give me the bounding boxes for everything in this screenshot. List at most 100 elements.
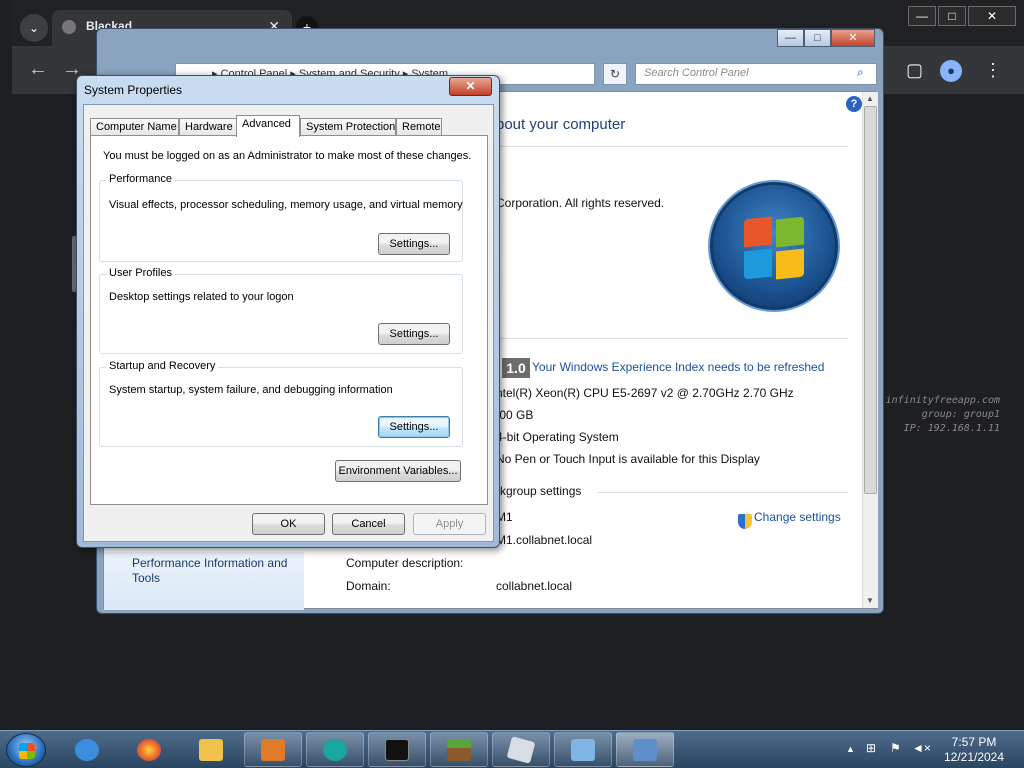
- group-description: Visual effects, processor scheduling, me…: [109, 199, 463, 211]
- app-icon: [323, 739, 347, 761]
- processor-value: ntel(R) Xeon(R) CPU E5-2697 v2 @ 2.70GHz…: [496, 386, 794, 400]
- dialog-body: Computer Name Hardware Advanced System P…: [83, 104, 494, 542]
- group-label: Performance: [106, 173, 175, 185]
- folder-icon: [199, 739, 223, 761]
- show-hidden-icons-icon[interactable]: ▲: [846, 744, 855, 754]
- taskbar-cmd[interactable]: [368, 732, 426, 767]
- tab-remote[interactable]: Remote: [396, 118, 442, 136]
- favicon-icon: [62, 20, 76, 34]
- group-label: Startup and Recovery: [106, 360, 219, 372]
- logo-yellow-pane: [776, 248, 804, 280]
- search-input[interactable]: Search Control Panel: [635, 63, 877, 85]
- firefox-icon: [137, 739, 161, 761]
- cp-close-button[interactable]: ✕: [831, 29, 875, 47]
- cp-minimize-button[interactable]: —: [777, 29, 804, 47]
- tab-hardware[interactable]: Hardware: [179, 118, 237, 136]
- clock-date: 12/21/2024: [943, 750, 1005, 764]
- tab-advanced[interactable]: Advanced: [236, 115, 300, 137]
- clock-time: 7:57 PM: [951, 735, 997, 749]
- page-title: bout your computer: [496, 116, 626, 133]
- side-panel-icon[interactable]: ▢: [906, 60, 923, 81]
- performance-info-link[interactable]: Performance Information and Tools: [132, 556, 302, 586]
- taskbar-firefox[interactable]: [120, 732, 178, 767]
- network-icon[interactable]: ⊞: [866, 741, 876, 755]
- user-profiles-settings-button[interactable]: Settings...: [378, 323, 450, 345]
- taskbar: ▲ ⊞ ⚑ ◄× 7:57 PM 12/21/2024: [0, 730, 1024, 768]
- cancel-button[interactable]: Cancel: [332, 513, 405, 535]
- profile-avatar-icon[interactable]: ●: [940, 60, 962, 82]
- clock[interactable]: 7:57 PM 12/21/2024: [938, 735, 1010, 765]
- scroll-thumb[interactable]: [864, 106, 877, 494]
- group-description: System startup, system failure, and debu…: [109, 384, 393, 396]
- taskbar-ie[interactable]: [58, 732, 116, 767]
- domain-label: Domain:: [346, 579, 391, 593]
- minecraft-icon: [447, 739, 471, 761]
- taskbar-control-panel[interactable]: [554, 732, 612, 767]
- tab-system-protection[interactable]: System Protection: [300, 118, 396, 136]
- change-settings-link[interactable]: Change settings: [754, 510, 841, 524]
- volume-muted-icon[interactable]: ◄×: [912, 741, 931, 755]
- environment-variables-button[interactable]: Environment Variables...: [335, 460, 461, 482]
- dialog-title: System Properties: [84, 83, 183, 97]
- start-button[interactable]: [6, 733, 46, 767]
- computer-icon: [633, 739, 657, 761]
- logo-blue-pane: [744, 248, 772, 280]
- browser-minimize-button[interactable]: —: [908, 6, 936, 26]
- ok-button[interactable]: OK: [252, 513, 325, 535]
- divider: [598, 492, 848, 493]
- logo-red-pane: [744, 216, 772, 248]
- browser-menu-icon[interactable]: ⋮: [984, 60, 1002, 81]
- workgroup-section-title: rkgroup settings: [496, 484, 582, 498]
- back-icon[interactable]: ←: [28, 58, 48, 81]
- help-icon[interactable]: ?: [846, 96, 862, 112]
- performance-settings-button[interactable]: Settings...: [378, 233, 450, 255]
- memory-value: .00 GB: [496, 408, 534, 422]
- apply-button[interactable]: Apply: [413, 513, 486, 535]
- windows-logo: [708, 180, 840, 312]
- cp-scrollbar[interactable]: ▲ ▼: [862, 92, 878, 608]
- performance-group: Performance Visual effects, processor sc…: [99, 173, 463, 262]
- divider: [496, 146, 848, 147]
- admin-note: You must be logged on as an Administrato…: [103, 150, 472, 162]
- copyright-text: Corporation. All rights reserved.: [496, 196, 665, 210]
- uac-shield-icon: [738, 514, 752, 529]
- tab-computer-name[interactable]: Computer Name: [90, 118, 179, 136]
- internet-explorer-icon: [75, 739, 99, 761]
- refresh-button[interactable]: ↻: [603, 63, 627, 85]
- tab-search-button[interactable]: ⌄: [20, 14, 48, 42]
- scroll-down-icon[interactable]: ▼: [866, 596, 874, 605]
- group-label: User Profiles: [106, 267, 175, 279]
- search-icon: ⌕: [857, 65, 864, 79]
- pen-touch-value: No Pen or Touch Input is available for t…: [496, 452, 760, 466]
- cp-sidebar: Performance Information and Tools: [104, 552, 304, 610]
- media-player-icon: [261, 739, 285, 761]
- system-type-value: 4-bit Operating System: [496, 430, 619, 444]
- roblox-icon: [506, 736, 536, 764]
- taskbar-app[interactable]: [306, 732, 364, 767]
- taskbar-roblox[interactable]: [492, 732, 550, 767]
- browser-maximize-button[interactable]: □: [938, 6, 966, 26]
- rating-badge: 1.0: [502, 358, 530, 378]
- wei-refresh-link[interactable]: Your Windows Experience Index needs to b…: [532, 360, 824, 374]
- user-profiles-group: User Profiles Desktop settings related t…: [99, 267, 463, 354]
- computer-description-label: Computer description:: [346, 556, 464, 570]
- startup-recovery-group: Startup and Recovery System startup, sys…: [99, 360, 463, 447]
- domain-value: collabnet.local: [496, 579, 573, 593]
- dialog-close-button[interactable]: ✕: [449, 77, 492, 96]
- action-center-flag-icon[interactable]: ⚑: [890, 741, 901, 755]
- startup-recovery-settings-button[interactable]: Settings...: [378, 416, 450, 438]
- full-computer-name-value: M1.collabnet.local: [496, 533, 593, 547]
- command-prompt-icon: [385, 739, 409, 761]
- control-panel-icon: [571, 739, 595, 761]
- tab-strip: Computer Name Hardware Advanced System P…: [90, 115, 490, 137]
- taskbar-system-properties[interactable]: [616, 732, 674, 767]
- cp-maximize-button[interactable]: □: [804, 29, 831, 47]
- windows-flag-icon: [19, 743, 35, 759]
- system-properties-dialog: System Properties ✕ Computer Name Hardwa…: [76, 75, 500, 548]
- browser-close-button[interactable]: ✕: [968, 6, 1016, 26]
- taskbar-explorer[interactable]: [182, 732, 240, 767]
- taskbar-media-player[interactable]: [244, 732, 302, 767]
- scroll-up-icon[interactable]: ▲: [866, 94, 874, 103]
- taskbar-minecraft[interactable]: [430, 732, 488, 767]
- group-description: Desktop settings related to your logon: [109, 291, 294, 303]
